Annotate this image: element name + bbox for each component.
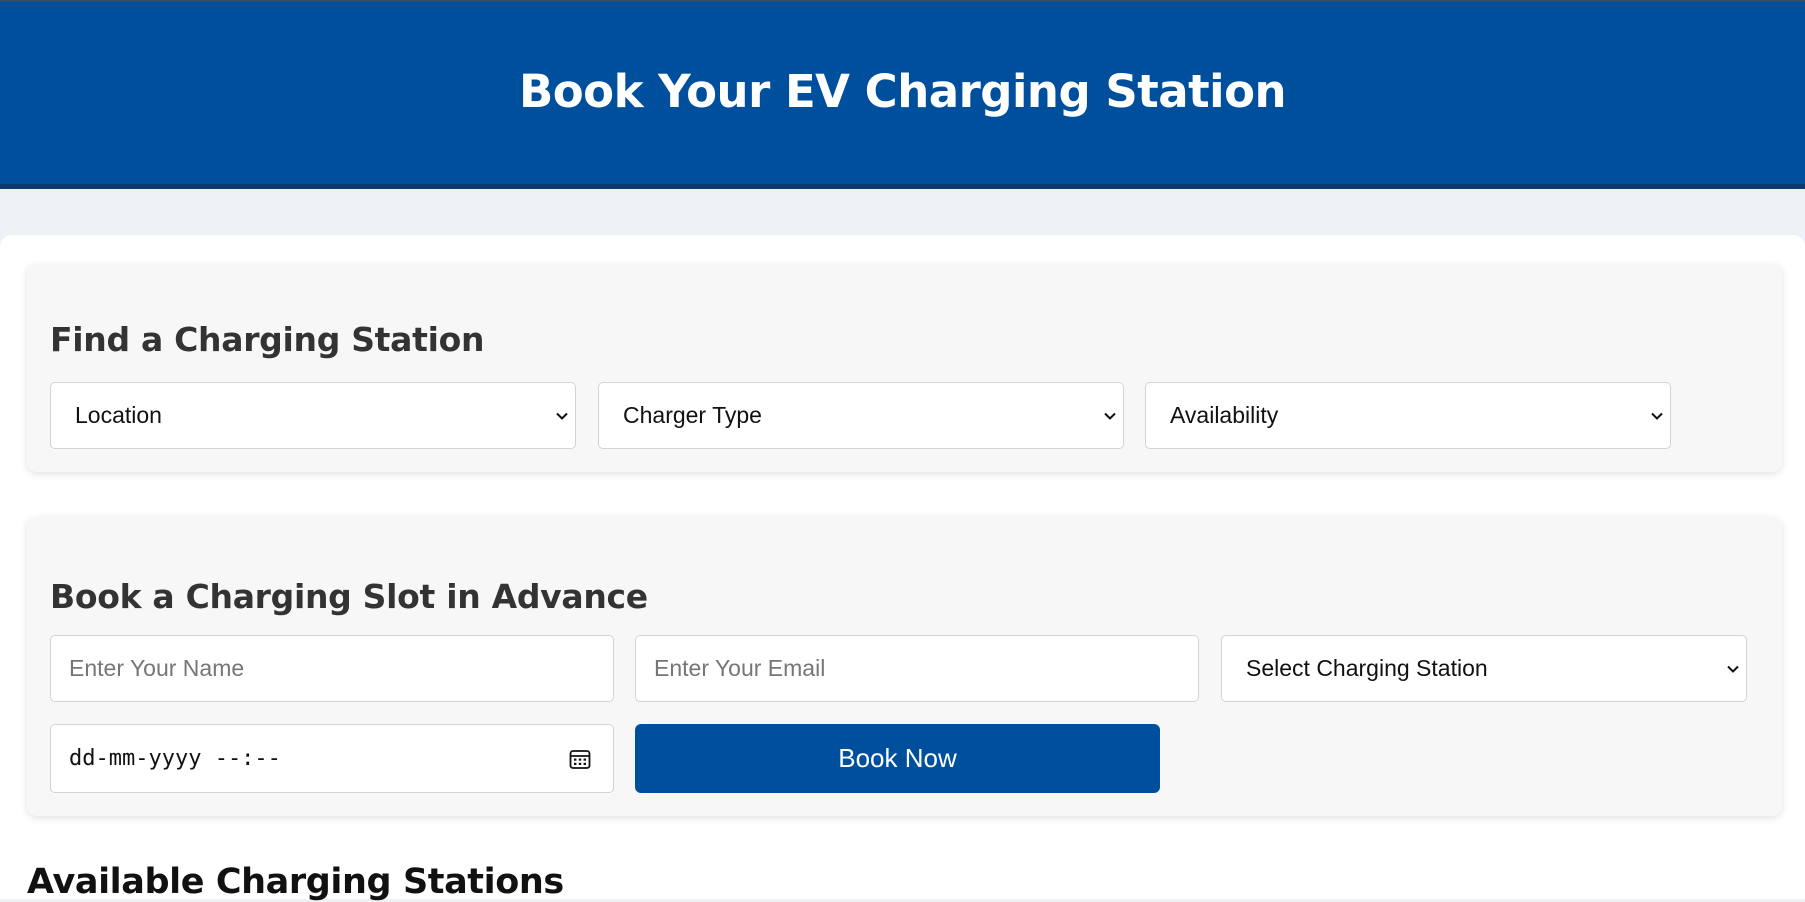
chevron-down-icon [556,412,568,420]
find-station-card: Find a Charging Station Location Charger… [27,264,1782,472]
available-stations-heading: Available Charging Stations [27,862,564,902]
email-input[interactable]: Enter Your Email [635,635,1199,702]
charger-type-select[interactable]: Charger Type [598,382,1124,449]
availability-select[interactable]: Availability [1145,382,1671,449]
book-now-button[interactable]: Book Now [635,724,1160,793]
book-now-button-label: Book Now [838,743,957,773]
find-station-heading: Find a Charging Station [50,320,485,359]
page-header: Book Your EV Charging Station [0,0,1805,189]
station-select[interactable]: Select Charging Station [1221,635,1747,702]
chevron-down-icon [1727,665,1739,673]
page-title: Book Your EV Charging Station [518,64,1287,118]
location-select[interactable]: Location [50,382,576,449]
calendar-icon[interactable] [568,747,592,771]
main-content: Find a Charging Station Location Charger… [0,235,1805,902]
name-input[interactable]: Enter Your Name [50,635,614,702]
station-select-value: Select Charging Station [1246,655,1488,681]
chevron-down-icon [1651,412,1663,420]
datetime-input-placeholder: dd-mm-yyyy --:-- [69,746,281,771]
availability-select-value: Availability [1170,402,1279,428]
book-slot-heading: Book a Charging Slot in Advance [50,577,648,616]
charger-type-select-value: Charger Type [623,402,762,428]
email-input-placeholder: Enter Your Email [654,655,826,681]
location-select-value: Location [75,402,162,428]
chevron-down-icon [1104,412,1116,420]
name-input-placeholder: Enter Your Name [69,655,245,681]
book-slot-card: Book a Charging Slot in Advance Enter Yo… [27,517,1782,816]
datetime-input[interactable]: dd-mm-yyyy --:-- [50,724,614,793]
